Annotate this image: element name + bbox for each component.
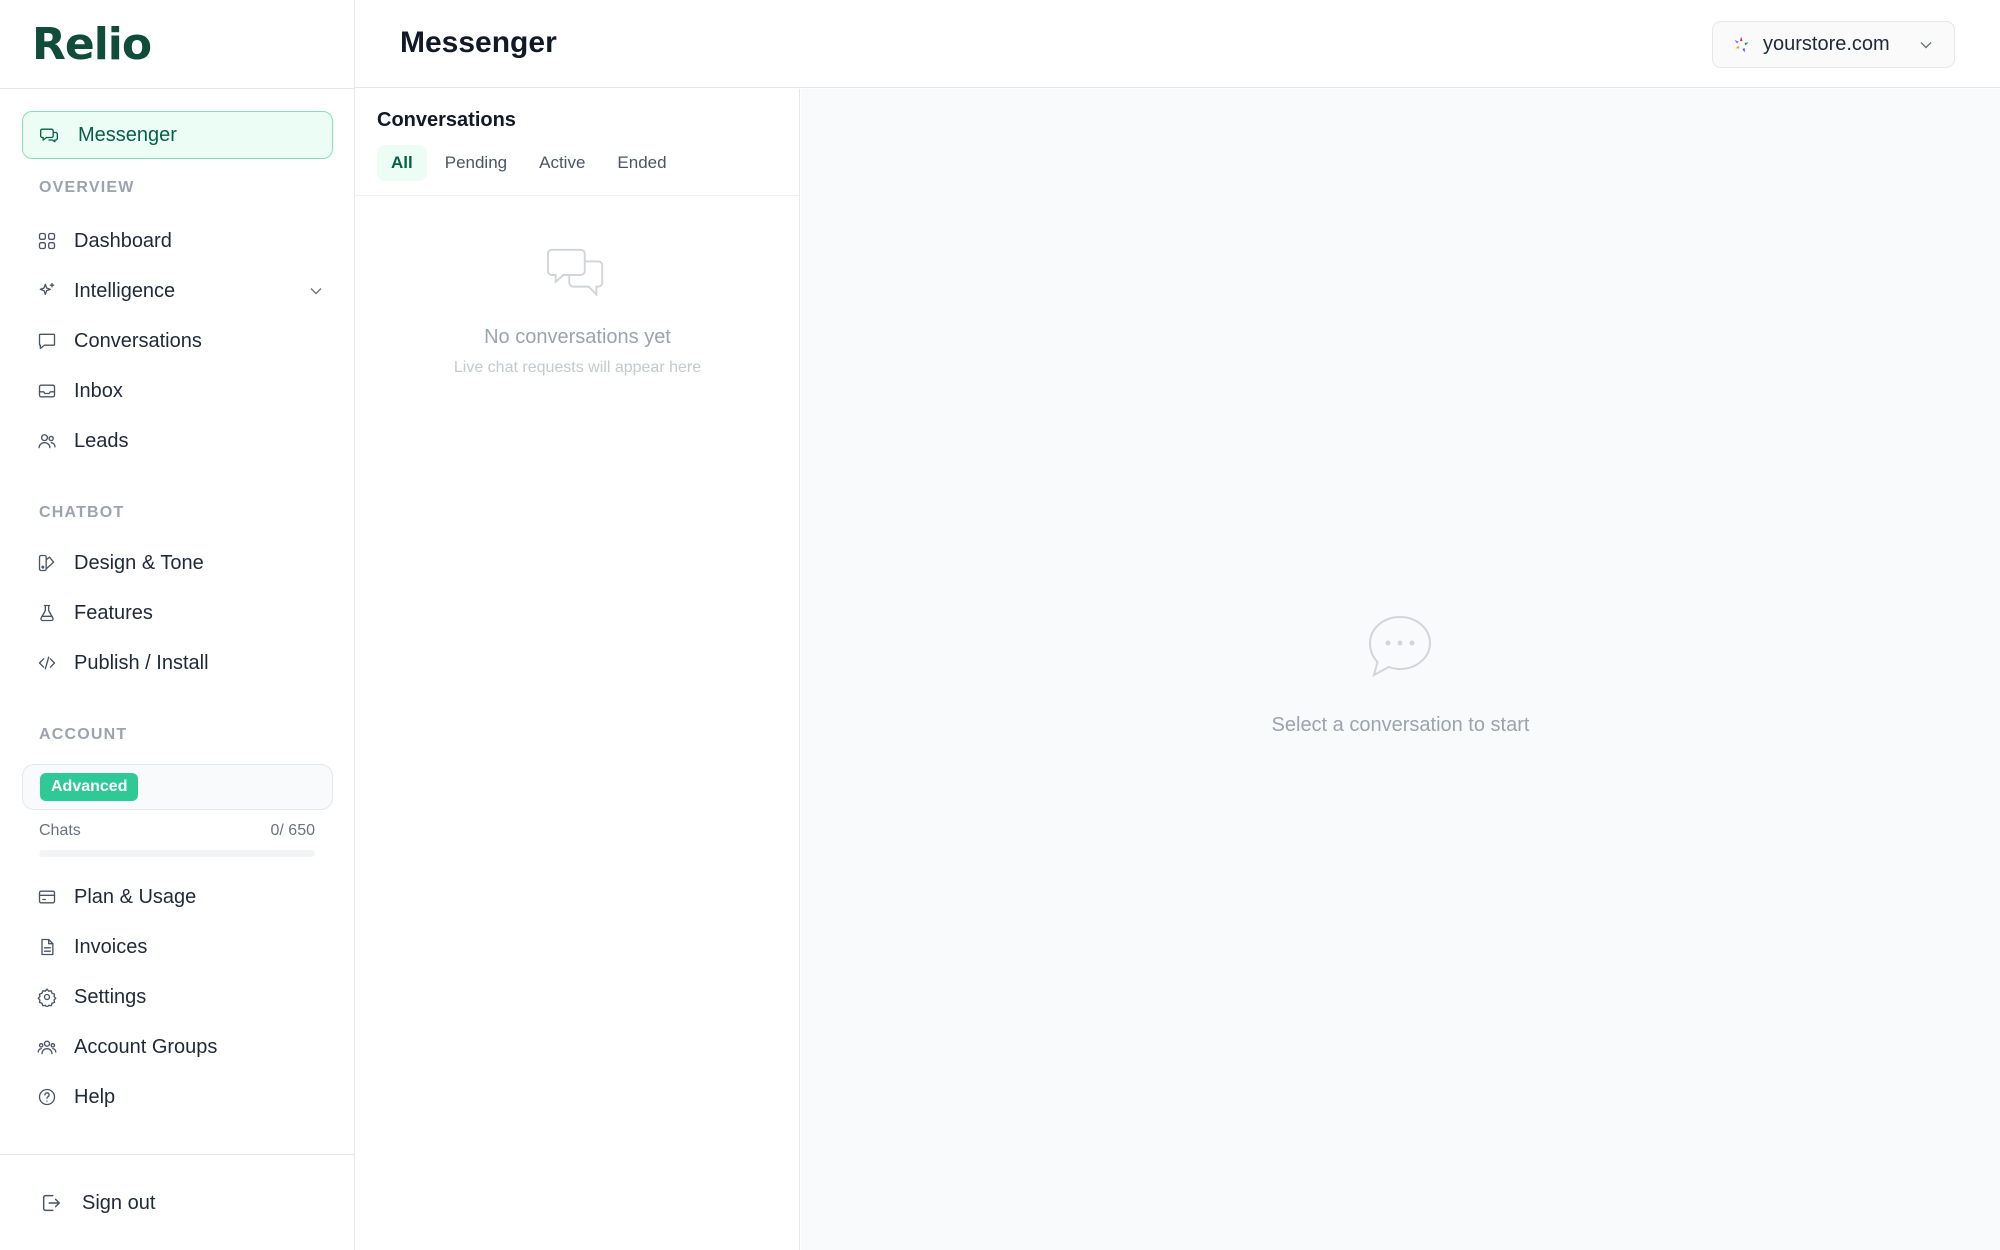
sidebar-item-label: Leads — [74, 429, 129, 452]
sidebar-divider — [0, 1154, 355, 1155]
sidebar-item-label: Dashboard — [74, 229, 172, 252]
sidebar-item-plan-usage[interactable]: Plan & Usage — [36, 877, 326, 917]
sidebar-item-inbox[interactable]: Inbox — [36, 371, 326, 411]
chat-dots-icon — [1364, 611, 1436, 688]
sidebar-item-label: Intelligence — [74, 279, 176, 302]
page-title: Messenger — [400, 26, 557, 59]
store-selector[interactable]: yourstore.com — [1712, 21, 1955, 68]
inbox-icon — [36, 380, 58, 402]
sidebar-item-label: Conversations — [74, 329, 202, 352]
tab-ended[interactable]: Ended — [603, 145, 680, 181]
sidebar-item-publish-install[interactable]: Publish / Install — [36, 643, 326, 683]
sidebar-divider — [0, 88, 355, 89]
sidebar-item-label: Features — [74, 601, 153, 624]
section-label-chatbot: CHATBOT — [39, 504, 125, 521]
conversations-panel: Conversations All Pending Active Ended N… — [355, 89, 800, 1250]
conversations-title: Conversations — [377, 109, 516, 131]
sidebar-item-label: Settings — [74, 985, 147, 1008]
group-icon — [36, 1036, 58, 1058]
chevron-down-icon[interactable] — [306, 281, 326, 306]
brand-logo[interactable]: Relio — [32, 18, 152, 70]
chat-bubble-icon — [36, 330, 58, 352]
sidebar-item-label: Help — [74, 1085, 116, 1108]
logout-icon — [40, 1192, 62, 1214]
usage-progress-bar — [39, 850, 315, 857]
palette-icon — [36, 552, 58, 574]
conversations-divider — [355, 195, 800, 196]
sidebar-item-label: Plan & Usage — [74, 885, 197, 908]
sign-out-button[interactable]: Sign out — [40, 1183, 155, 1223]
empty-state-subtitle: Live chat requests will appear here — [453, 359, 702, 376]
detail-empty-text: Select a conversation to start — [1271, 714, 1530, 736]
sign-out-label: Sign out — [82, 1191, 156, 1214]
tab-all[interactable]: All — [377, 145, 427, 181]
usage-label: Chats — [39, 822, 81, 839]
plan-card[interactable]: Advanced — [22, 764, 333, 810]
gear-icon — [36, 986, 58, 1008]
grid-icon — [36, 230, 58, 252]
messenger-icon — [38, 124, 60, 146]
flask-icon — [36, 602, 58, 624]
usage-row: Chats 0/ 650 — [39, 822, 315, 840]
top-header: Messenger yourstore.com — [355, 0, 2000, 88]
document-icon — [36, 936, 58, 958]
section-label-overview: OVERVIEW — [39, 179, 135, 196]
sidebar-item-design-tone[interactable]: Design & Tone — [36, 543, 326, 583]
sidebar-item-messenger[interactable]: Messenger — [22, 111, 333, 159]
sidebar-item-features[interactable]: Features — [36, 593, 326, 633]
sidebar-item-invoices[interactable]: Invoices — [36, 927, 326, 967]
sidebar-item-settings[interactable]: Settings — [36, 977, 326, 1017]
sidebar-item-label: Invoices — [74, 935, 148, 958]
chat-bubbles-icon — [546, 244, 608, 311]
credit-card-icon — [36, 886, 58, 908]
help-circle-icon — [36, 1086, 58, 1108]
sidebar-item-leads[interactable]: Leads — [36, 421, 326, 461]
store-logo-icon — [1731, 34, 1753, 56]
empty-state-title: No conversations yet — [484, 326, 671, 348]
sidebar-item-intelligence[interactable]: Intelligence — [36, 271, 326, 311]
store-name: yourstore.com — [1763, 33, 1890, 55]
users-icon — [36, 430, 58, 452]
sidebar-item-account-groups[interactable]: Account Groups — [36, 1027, 326, 1067]
sparkles-icon — [36, 280, 58, 302]
conversation-detail-panel: Select a conversation to start — [801, 89, 2000, 1250]
tab-active[interactable]: Active — [525, 145, 599, 181]
sidebar-item-help[interactable]: Help — [36, 1077, 326, 1117]
sidebar-item-label: Inbox — [74, 379, 123, 402]
sidebar: Relio Messenger OVERVIEW Dashboard Intel… — [0, 0, 355, 1250]
usage-value: 0/ 650 — [270, 822, 315, 839]
sidebar-item-label: Publish / Install — [74, 651, 209, 674]
logo-text: Relio — [32, 18, 152, 70]
code-icon — [36, 652, 58, 674]
plan-badge: Advanced — [40, 773, 139, 801]
section-label-account: ACCOUNT — [39, 726, 128, 743]
sidebar-item-label: Messenger — [78, 123, 177, 146]
sidebar-item-dashboard[interactable]: Dashboard — [36, 221, 326, 261]
chevron-down-icon — [1916, 35, 1936, 60]
sidebar-item-conversations[interactable]: Conversations — [36, 321, 326, 361]
sidebar-item-label: Design & Tone — [74, 551, 204, 574]
sidebar-item-label: Account Groups — [74, 1035, 218, 1058]
conversation-filter-tabs: All Pending Active Ended — [377, 145, 681, 181]
tab-pending[interactable]: Pending — [431, 145, 521, 181]
